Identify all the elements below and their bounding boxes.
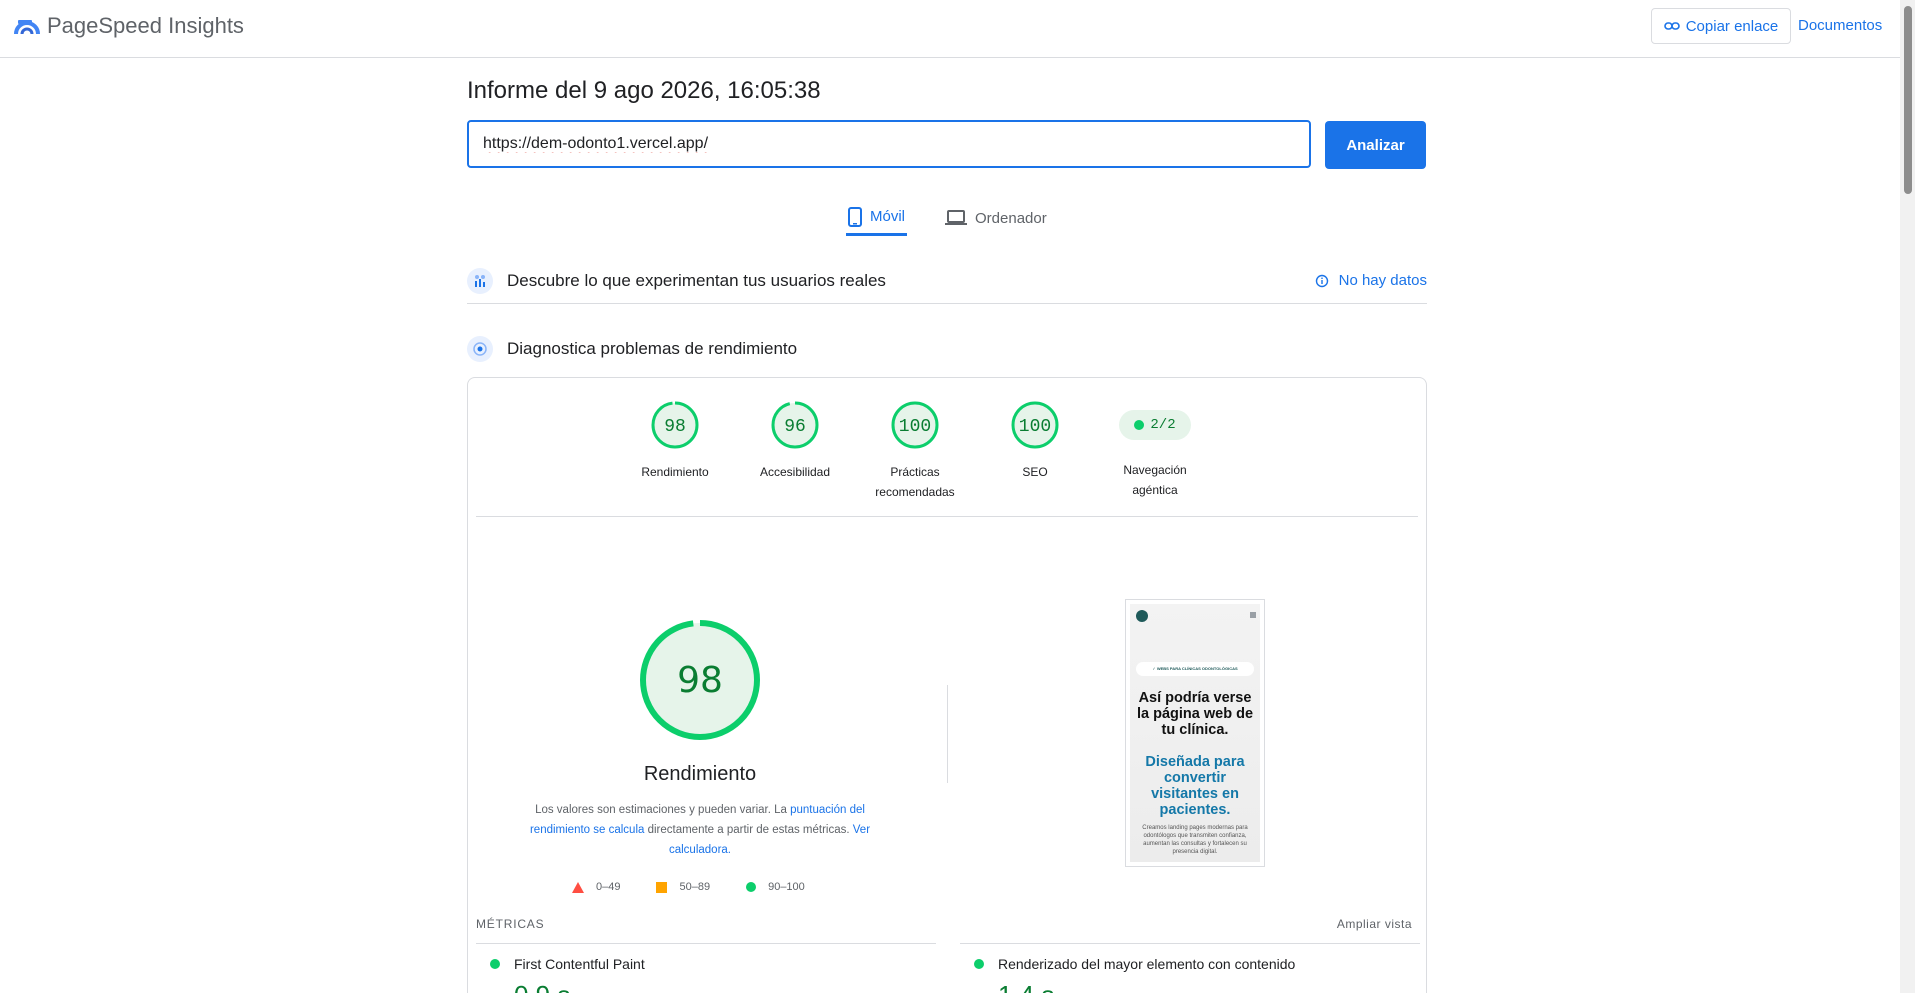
- tab-desktop[interactable]: Ordenador: [945, 200, 1047, 236]
- tab-mobile[interactable]: Móvil: [846, 200, 908, 236]
- smartphone-icon: [848, 206, 862, 227]
- site-paragraph: Creamos landing pages modernas para odon…: [1142, 825, 1248, 855]
- gauge-agentic[interactable]: 2/2 Navegación agéntica: [1100, 400, 1210, 500]
- gauge-label-best-practices: Prácticas recomendadas: [875, 465, 955, 499]
- metrics-label: MÉTRICAS: [476, 917, 545, 931]
- gauge-performance[interactable]: 98 Rendimiento: [620, 400, 730, 482]
- legend-fail: 0–49: [572, 881, 620, 893]
- gauge-accessibility[interactable]: 96 Accesibilidad: [740, 400, 850, 482]
- performance-title: Rendimiento: [643, 763, 757, 785]
- users-chart-icon: [467, 267, 493, 294]
- metric-fcp-name: First Contentful Paint: [514, 956, 645, 972]
- url-input[interactable]: [467, 120, 1311, 168]
- performance-note: Los valores son estimaciones y pueden va…: [518, 800, 882, 860]
- legend-fail-range: 0–49: [596, 881, 621, 893]
- metric-pass-icon: [974, 959, 984, 969]
- site-menu-icon: [1250, 612, 1256, 618]
- performance-big-score: 98: [677, 660, 723, 701]
- field-data-section: Descubre lo que experimentan tus usuario…: [467, 258, 1427, 304]
- metric-pass-icon: [490, 959, 500, 969]
- legend-pass-range: 90–100: [768, 881, 805, 893]
- expand-view-toggle[interactable]: Ampliar vista: [1337, 917, 1412, 931]
- gauge-score-performance: 98: [664, 417, 686, 437]
- final-screenshot[interactable]: ✓ WEBS PARA CLÍNICAS ODONTOLÓGICAS Así p…: [1125, 599, 1265, 867]
- score-legend: 0–49 50–89 90–100: [572, 881, 805, 893]
- performance-big-gauge: 98: [640, 620, 760, 740]
- pass-circle-icon: [746, 882, 757, 892]
- gauge-score-best-practices: 100: [899, 417, 931, 437]
- report-title: Informe del 9 ago 2026, 16:05:38: [467, 77, 821, 104]
- laptop-icon: [945, 210, 967, 225]
- page-scrollbar[interactable]: [1900, 0, 1915, 993]
- site-subheading: Diseñada para convertir visitantes en pa…: [1145, 754, 1245, 818]
- site-heading: Así podría verse la página web de tu clí…: [1136, 690, 1254, 738]
- gauge-ring-performance: 98: [651, 401, 699, 449]
- metrics-divider-right: [960, 943, 1420, 944]
- scrollbar-thumb[interactable]: [1904, 6, 1912, 194]
- metric-lcp: Renderizado del mayor elemento con conte…: [974, 956, 1295, 972]
- gauge-label-accessibility: Accesibilidad: [759, 465, 831, 479]
- link-icon: [1663, 22, 1680, 30]
- agentic-score: 2/2: [1150, 417, 1176, 433]
- note-text-1: Los valores son estimaciones y pueden va…: [535, 804, 791, 816]
- field-data-title: Descubre lo que experimentan tus usuario…: [507, 270, 886, 290]
- metric-fcp: First Contentful Paint: [490, 956, 645, 972]
- legend-average-range: 50–89: [679, 881, 711, 893]
- lab-data-section: Diagnostica problemas de rendimiento: [467, 332, 1427, 366]
- fail-triangle-icon: [572, 881, 584, 893]
- pass-dot-icon: [1134, 420, 1145, 430]
- metric-fcp-value: 0,9 s: [514, 980, 570, 993]
- lab-data-title: Diagnostica problemas de rendimiento: [507, 339, 798, 358]
- phone-preview: ✓ WEBS PARA CLÍNICAS ODONTOLÓGICAS Así p…: [1130, 604, 1260, 862]
- gauge-label-performance: Rendimiento: [641, 465, 709, 479]
- gauge-ring-accessibility: 96: [771, 401, 819, 449]
- tab-mobile-label: Móvil: [870, 208, 906, 225]
- note-text-2: directamente a partir de estas métricas.: [644, 824, 853, 836]
- average-square-icon: [656, 881, 668, 893]
- legend-average: 50–89: [656, 881, 710, 893]
- gauge-label-agentic: Navegación agéntica: [1123, 463, 1187, 497]
- agentic-score-pill: 2/2: [1119, 410, 1191, 440]
- info-icon: [1315, 274, 1328, 287]
- metrics-divider-left: [476, 943, 936, 944]
- no-data-label: No hay datos: [1338, 272, 1427, 289]
- card-divider: [476, 516, 1418, 517]
- site-badge: ✓ WEBS PARA CLÍNICAS ODONTOLÓGICAS: [1136, 662, 1254, 676]
- gauge-best-practices[interactable]: 100 Prácticas recomendadas: [860, 400, 970, 502]
- metric-lcp-value: 1,4 s: [998, 980, 1054, 993]
- analyze-button[interactable]: Analizar: [1325, 121, 1426, 169]
- gauge-score-seo: 100: [1019, 417, 1051, 437]
- legend-pass: 90–100: [746, 881, 805, 893]
- gauge-label-seo: SEO: [1022, 465, 1048, 479]
- tab-desktop-label: Ordenador: [975, 209, 1047, 227]
- gauge-ring-seo: 100: [1011, 401, 1059, 449]
- no-data-link[interactable]: No hay datos: [1315, 272, 1427, 289]
- docs-link[interactable]: Documentos: [1798, 17, 1882, 34]
- metric-lcp-name: Renderizado del mayor elemento con conte…: [998, 956, 1296, 972]
- site-logo-icon: [1136, 610, 1148, 622]
- gauge-score-accessibility: 96: [784, 417, 806, 437]
- vertical-divider: [947, 685, 948, 783]
- copy-link-button[interactable]: Copiar enlace: [1651, 8, 1791, 44]
- report-card: 98 Rendimiento 96 Accesibilidad 100 Prác…: [467, 377, 1427, 993]
- pagespeed-logo-icon: [14, 20, 40, 35]
- top-header: PageSpeed Insights Copiar enlace Documen…: [0, 0, 1900, 58]
- diagnostics-icon: [467, 336, 493, 362]
- score-gauges: 98 Rendimiento 96 Accesibilidad 100 Prác…: [468, 378, 1426, 516]
- gauge-seo[interactable]: 100 SEO: [980, 400, 1090, 482]
- copy-link-label: Copiar enlace: [1685, 17, 1779, 35]
- brand-name[interactable]: PageSpeed Insights: [47, 13, 244, 39]
- gauge-ring-best-practices: 100: [891, 401, 939, 449]
